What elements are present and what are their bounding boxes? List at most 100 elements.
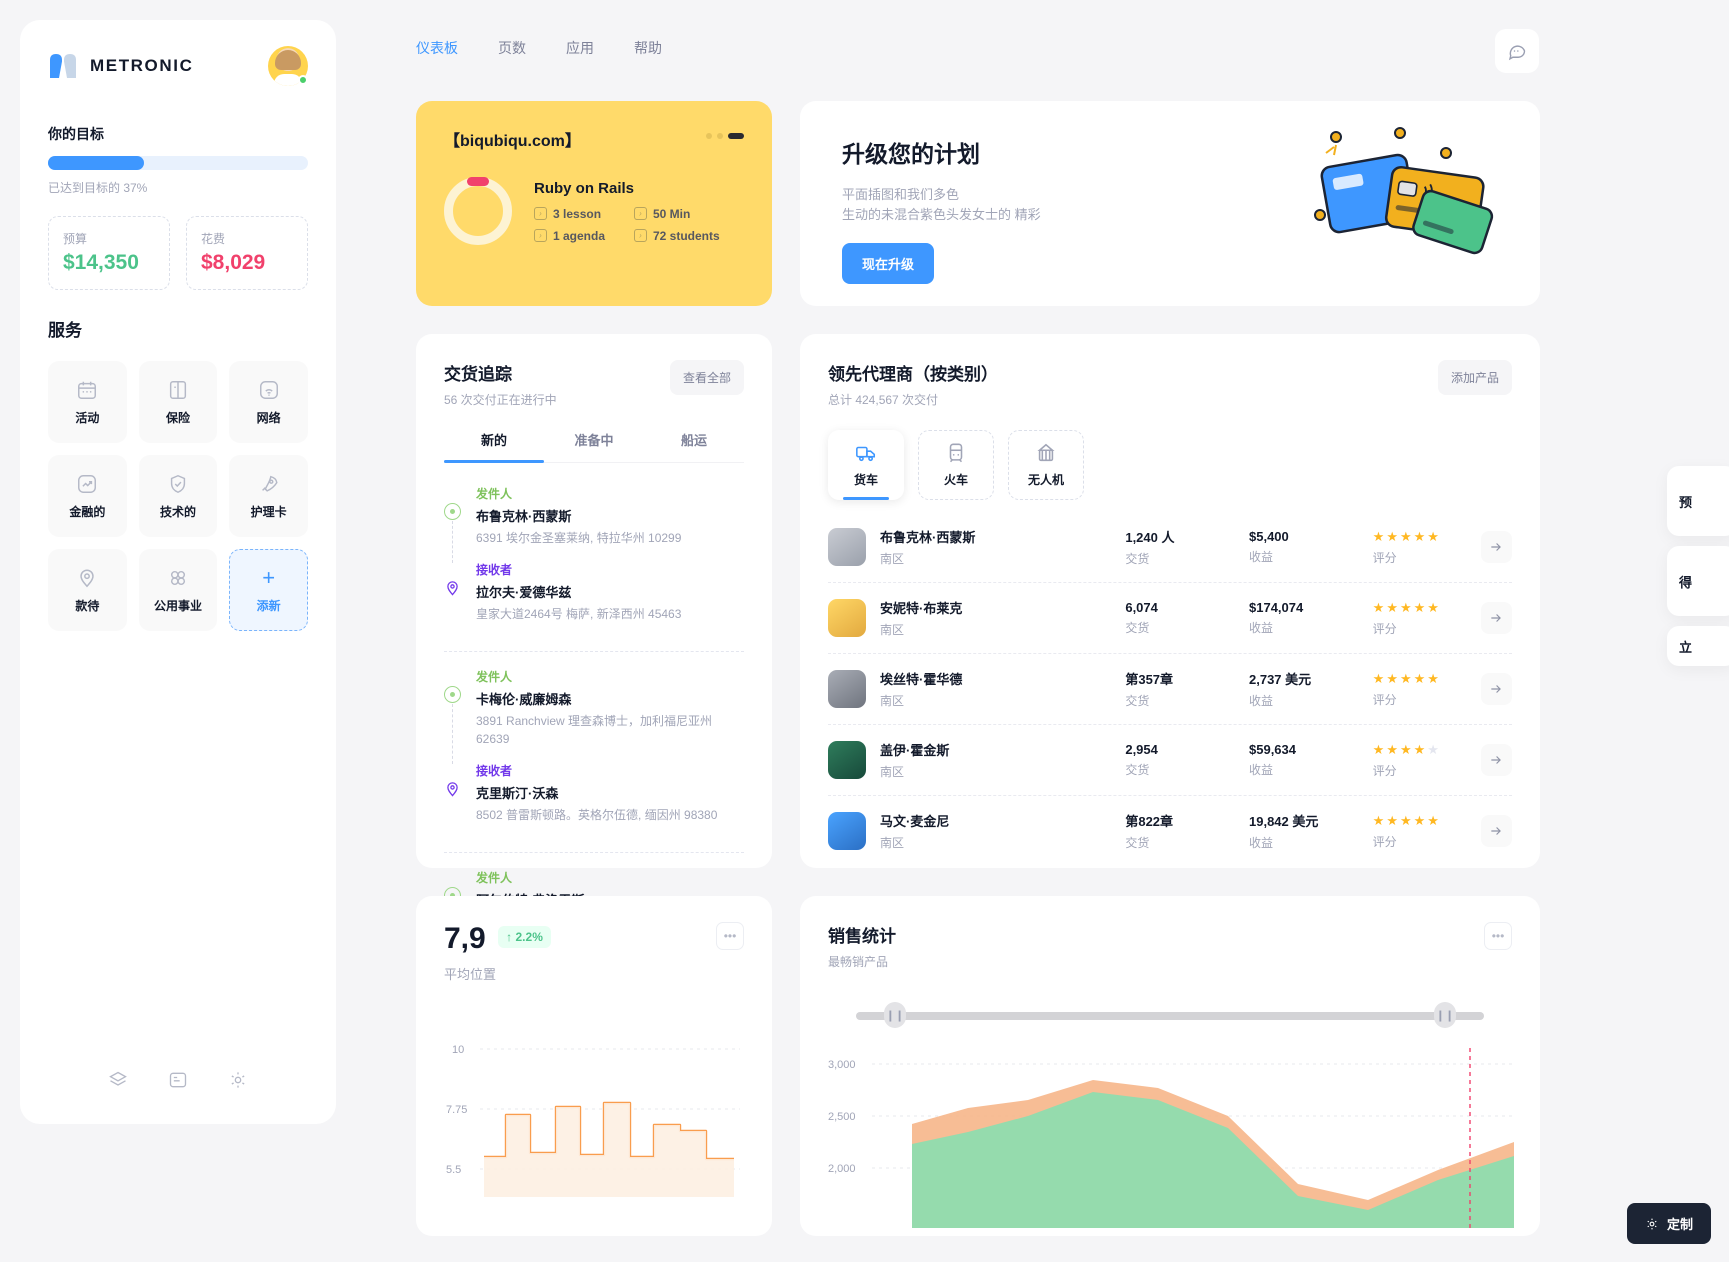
tab-shipping[interactable]: 船运: [644, 430, 744, 462]
category-label: 无人机: [1027, 473, 1064, 487]
category-train[interactable]: 火车: [918, 430, 994, 500]
avgpos-more-button[interactable]: •••: [716, 922, 744, 950]
customize-label: 定制: [1666, 1217, 1693, 1232]
service-tile-insurance[interactable]: 保险: [138, 361, 218, 443]
row-detail-button[interactable]: [1480, 744, 1513, 776]
nav-item-dashboard[interactable]: 仪表板: [416, 38, 458, 58]
upgrade-now-button[interactable]: 现在升级: [842, 243, 935, 285]
dot-1[interactable]: [706, 133, 712, 139]
deliveries-value: 2,954: [1125, 742, 1158, 757]
services-title: 服务: [48, 321, 82, 340]
service-tile-activity[interactable]: 活动: [48, 361, 127, 443]
agent-deliveries: 6,074 交货: [1125, 600, 1249, 636]
row-detail-button[interactable]: [1480, 602, 1513, 634]
add-product-button[interactable]: 添加产品: [1437, 360, 1512, 395]
row-detail-button[interactable]: [1480, 531, 1513, 563]
slider-track[interactable]: [856, 1012, 1484, 1020]
peek-card-3[interactable]: 立: [1667, 626, 1729, 666]
goal-progress-bar: [48, 156, 308, 170]
brand[interactable]: METRONIC: [48, 52, 193, 80]
chart-area-fill: [484, 1103, 734, 1197]
category-drone[interactable]: 无人机: [1008, 430, 1084, 500]
peek-card-2[interactable]: 得: [1667, 546, 1729, 616]
location-pin-icon: [447, 782, 458, 797]
table-row[interactable]: 盖伊·霍金斯 南区 2,954 交货 $59,634 收益 ★ ★ ★ ★ ★ 评分: [828, 725, 1513, 796]
top-navigation: 仪表板 页数 应用 帮助: [416, 38, 662, 58]
customize-button[interactable]: 定制: [1626, 1203, 1711, 1244]
service-tile-network[interactable]: 网络: [229, 361, 308, 443]
dot-3-active[interactable]: [728, 133, 744, 139]
promo-pagination-dots[interactable]: [706, 127, 744, 139]
row-detail-button[interactable]: [1480, 673, 1513, 705]
table-row[interactable]: 埃丝特·霍华德 南区 第357章 交货 2,737 美元 收益 ★ ★ ★ ★ ★ 评分: [828, 654, 1513, 725]
star-rating: ★ ★ ★ ★ ★: [1372, 670, 1439, 686]
slider-handle-left[interactable]: ❙❙: [884, 1002, 906, 1028]
gear-icon[interactable]: [228, 1070, 248, 1090]
agent-name: 布鲁克林·西蒙斯: [880, 530, 976, 545]
sender-info: 发件人 布鲁克林·西蒙斯 6391 埃尔金圣塞莱纳, 特拉华州 10299: [476, 485, 681, 547]
arrow-right-icon: [1491, 756, 1502, 764]
promo-meta-students: › 72 students: [634, 229, 720, 243]
rating-label: 评分: [1372, 692, 1397, 707]
sales-more-button[interactable]: •••: [1484, 922, 1512, 950]
avatar: [828, 812, 866, 850]
agent-rating: ★ ★ ★ ★ ★ 评分: [1373, 671, 1481, 708]
note-icon[interactable]: [168, 1070, 188, 1090]
agent-region: 南区: [880, 836, 905, 850]
service-tile-hospitality[interactable]: 款待: [48, 549, 127, 631]
nav-item-help[interactable]: 帮助: [634, 38, 662, 58]
sales-range-slider[interactable]: ❙❙ ❙❙: [828, 1002, 1512, 1028]
tab-preparing[interactable]: 准备中: [544, 430, 644, 462]
service-tile-add-new[interactable]: + 添新: [229, 549, 308, 631]
service-tile-carecard[interactable]: 护理卡: [229, 455, 308, 537]
service-tile-technical[interactable]: 技术的: [138, 455, 218, 537]
brand-name: METRONIC: [90, 56, 194, 75]
peek-card-1-text: 预: [1679, 494, 1693, 510]
promo-course-name: Ruby on Rails: [534, 179, 635, 197]
agents-category-tabs: 货车 火车 无人机: [828, 430, 1512, 500]
avatar[interactable]: [268, 46, 308, 86]
arrow-right-icon: [1491, 543, 1502, 551]
table-row[interactable]: 马文·麦金尼 南区 第822章 交货 19,842 美元 收益 ★ ★ ★ ★ ★ 评分: [828, 796, 1513, 866]
chat-button[interactable]: [1495, 29, 1539, 73]
plus-icon: +: [262, 564, 276, 590]
tab-new[interactable]: 新的: [444, 430, 544, 463]
nav-item-pages[interactable]: 页数: [498, 38, 526, 58]
book-icon: [169, 380, 187, 399]
layers-icon[interactable]: [108, 1070, 128, 1090]
promo-card: 【biqubiqu.com】 Ruby on Rails › 3 lesson ›…: [416, 101, 772, 306]
promo-body: Ruby on Rails › 3 lesson › 50 Min › 1 agend…: [444, 177, 744, 245]
sidebar: METRONIC 你的目标 已达到目标的 37% 预算 $14,350 花费 $…: [20, 20, 336, 1124]
avatar: [828, 741, 866, 779]
upgrade-plan-card: 升级您的计划 平面插图和我们多色 生动的未混合紫色头发女士的 精彩 现在升级: [800, 101, 1540, 306]
sender-label: 发件人: [476, 487, 513, 501]
agent-region: 南区: [880, 765, 905, 779]
receiver-address: 8502 普雷斯顿路。英格尔伍德, 缅因州 98380: [476, 808, 718, 822]
agent-deliveries: 第357章 交货: [1125, 669, 1249, 709]
sender-marker: [444, 686, 462, 764]
deliveries-value: 第822章: [1125, 814, 1174, 829]
wifi-icon: [259, 380, 278, 399]
row-detail-button[interactable]: [1480, 815, 1513, 847]
wallet-cards-illustration: [1314, 127, 1494, 255]
agent-name: 盖伊·霍金斯: [880, 743, 950, 758]
table-row[interactable]: 安妮特·布莱克 南区 6,074 交货 $174,074 收益 ★ ★ ★ ★ ★ 评分: [828, 583, 1513, 654]
service-tile-financial[interactable]: 金融的: [48, 455, 127, 537]
agent-region: 南区: [880, 694, 905, 708]
peek-card-1[interactable]: 预: [1667, 466, 1729, 536]
nav-item-apps[interactable]: 应用: [566, 38, 594, 58]
shield-check-icon: [170, 474, 186, 493]
agent-identity: 埃丝特·霍华德 南区: [880, 669, 1125, 709]
service-tile-utilities[interactable]: 公用事业: [138, 549, 218, 631]
category-truck[interactable]: 货车: [828, 430, 904, 500]
view-all-button[interactable]: 查看全部: [669, 360, 744, 395]
dot-2[interactable]: [717, 133, 723, 139]
avgpos-value-row: 7,9 ↑ 2.2%: [444, 922, 551, 956]
agent-identity: 安妮特·布莱克 南区: [880, 598, 1125, 638]
slider-handle-right[interactable]: ❙❙: [1434, 1002, 1456, 1028]
sender-marker: [444, 503, 462, 563]
agent-revenue: 19,842 美元 收益: [1249, 811, 1373, 851]
average-position-card: 7,9 ↑ 2.2% 平均位置 ••• 10 7.75 5.5: [416, 896, 772, 1236]
stat-budget-value: $14,350: [63, 251, 139, 274]
table-row[interactable]: 布鲁克林·西蒙斯 南区 1,240 人 交货 $5,400 收益 ★ ★ ★ ★ ★ 评…: [828, 512, 1513, 583]
